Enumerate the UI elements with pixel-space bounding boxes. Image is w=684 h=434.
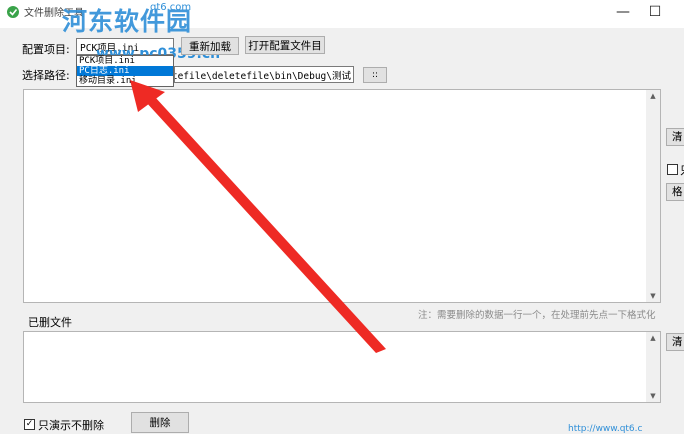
arrow-shaft [145,97,386,353]
annotation-arrow-icon [130,80,386,353]
